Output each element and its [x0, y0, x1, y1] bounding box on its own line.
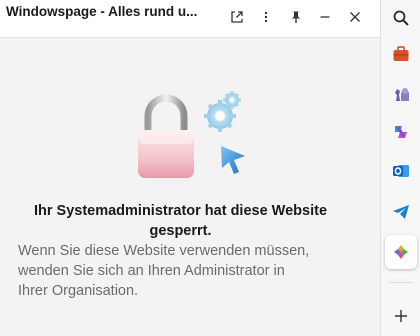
search-icon — [393, 10, 409, 26]
copilot-icon — [395, 126, 407, 138]
blocked-description-line-3: Ihrer Organisation. — [18, 283, 139, 299]
pin-icon — [292, 11, 300, 23]
edge-sidebar — [380, 0, 420, 336]
close-button[interactable] — [344, 6, 366, 28]
sidebar-item-app[interactable] — [387, 238, 415, 266]
send-icon — [393, 205, 409, 219]
sidebar-item-tools[interactable] — [387, 40, 415, 68]
blocked-title: Ihr Systemadministrator hat diese Websit… — [0, 201, 361, 241]
app-icon — [394, 245, 408, 259]
blocked-description-line-2: wenden Sie sich an Ihren Administrator i… — [18, 263, 285, 279]
minimize-icon — [320, 16, 330, 18]
open-external-icon — [231, 11, 243, 23]
minimize-button[interactable] — [314, 6, 336, 28]
more-vertical-icon — [264, 11, 268, 23]
blocked-description: Wenn Sie diese Website verwenden müssen,… — [18, 241, 348, 301]
plus-icon — [395, 310, 407, 322]
side-pane: Windowspage - Alles rund u... Ihr System… — [0, 0, 380, 336]
blocked-title-line-2: gesperrt. — [149, 223, 212, 239]
sidebar-item-games[interactable] — [387, 80, 415, 108]
blocked-title-line-1: Ihr Systemadministrator hat diese Websit… — [33, 203, 328, 219]
pane-header: Windowspage - Alles rund u... — [0, 0, 380, 38]
sidebar-divider — [389, 282, 413, 283]
sidebar-item-search[interactable] — [387, 4, 415, 32]
sidebar-item-copilot[interactable] — [387, 118, 415, 146]
outlook-icon — [393, 165, 409, 177]
pin-button[interactable] — [285, 6, 307, 28]
pane-title: Windowspage - Alles rund u... — [6, 4, 198, 19]
games-icon — [395, 88, 409, 101]
close-icon — [350, 12, 360, 22]
sidebar-item-outlook[interactable] — [387, 157, 415, 185]
more-options-button[interactable] — [255, 6, 277, 28]
open-in-new-tab-button[interactable] — [226, 6, 248, 28]
blocked-site-illustration — [130, 88, 250, 188]
blocked-description-line-1: Wenn Sie diese Website verwenden müssen, — [18, 243, 310, 259]
toolbox-icon — [393, 46, 409, 61]
sidebar-add-button[interactable] — [387, 302, 415, 330]
sidebar-item-telegram[interactable] — [387, 198, 415, 226]
lock-icon — [138, 91, 245, 178]
